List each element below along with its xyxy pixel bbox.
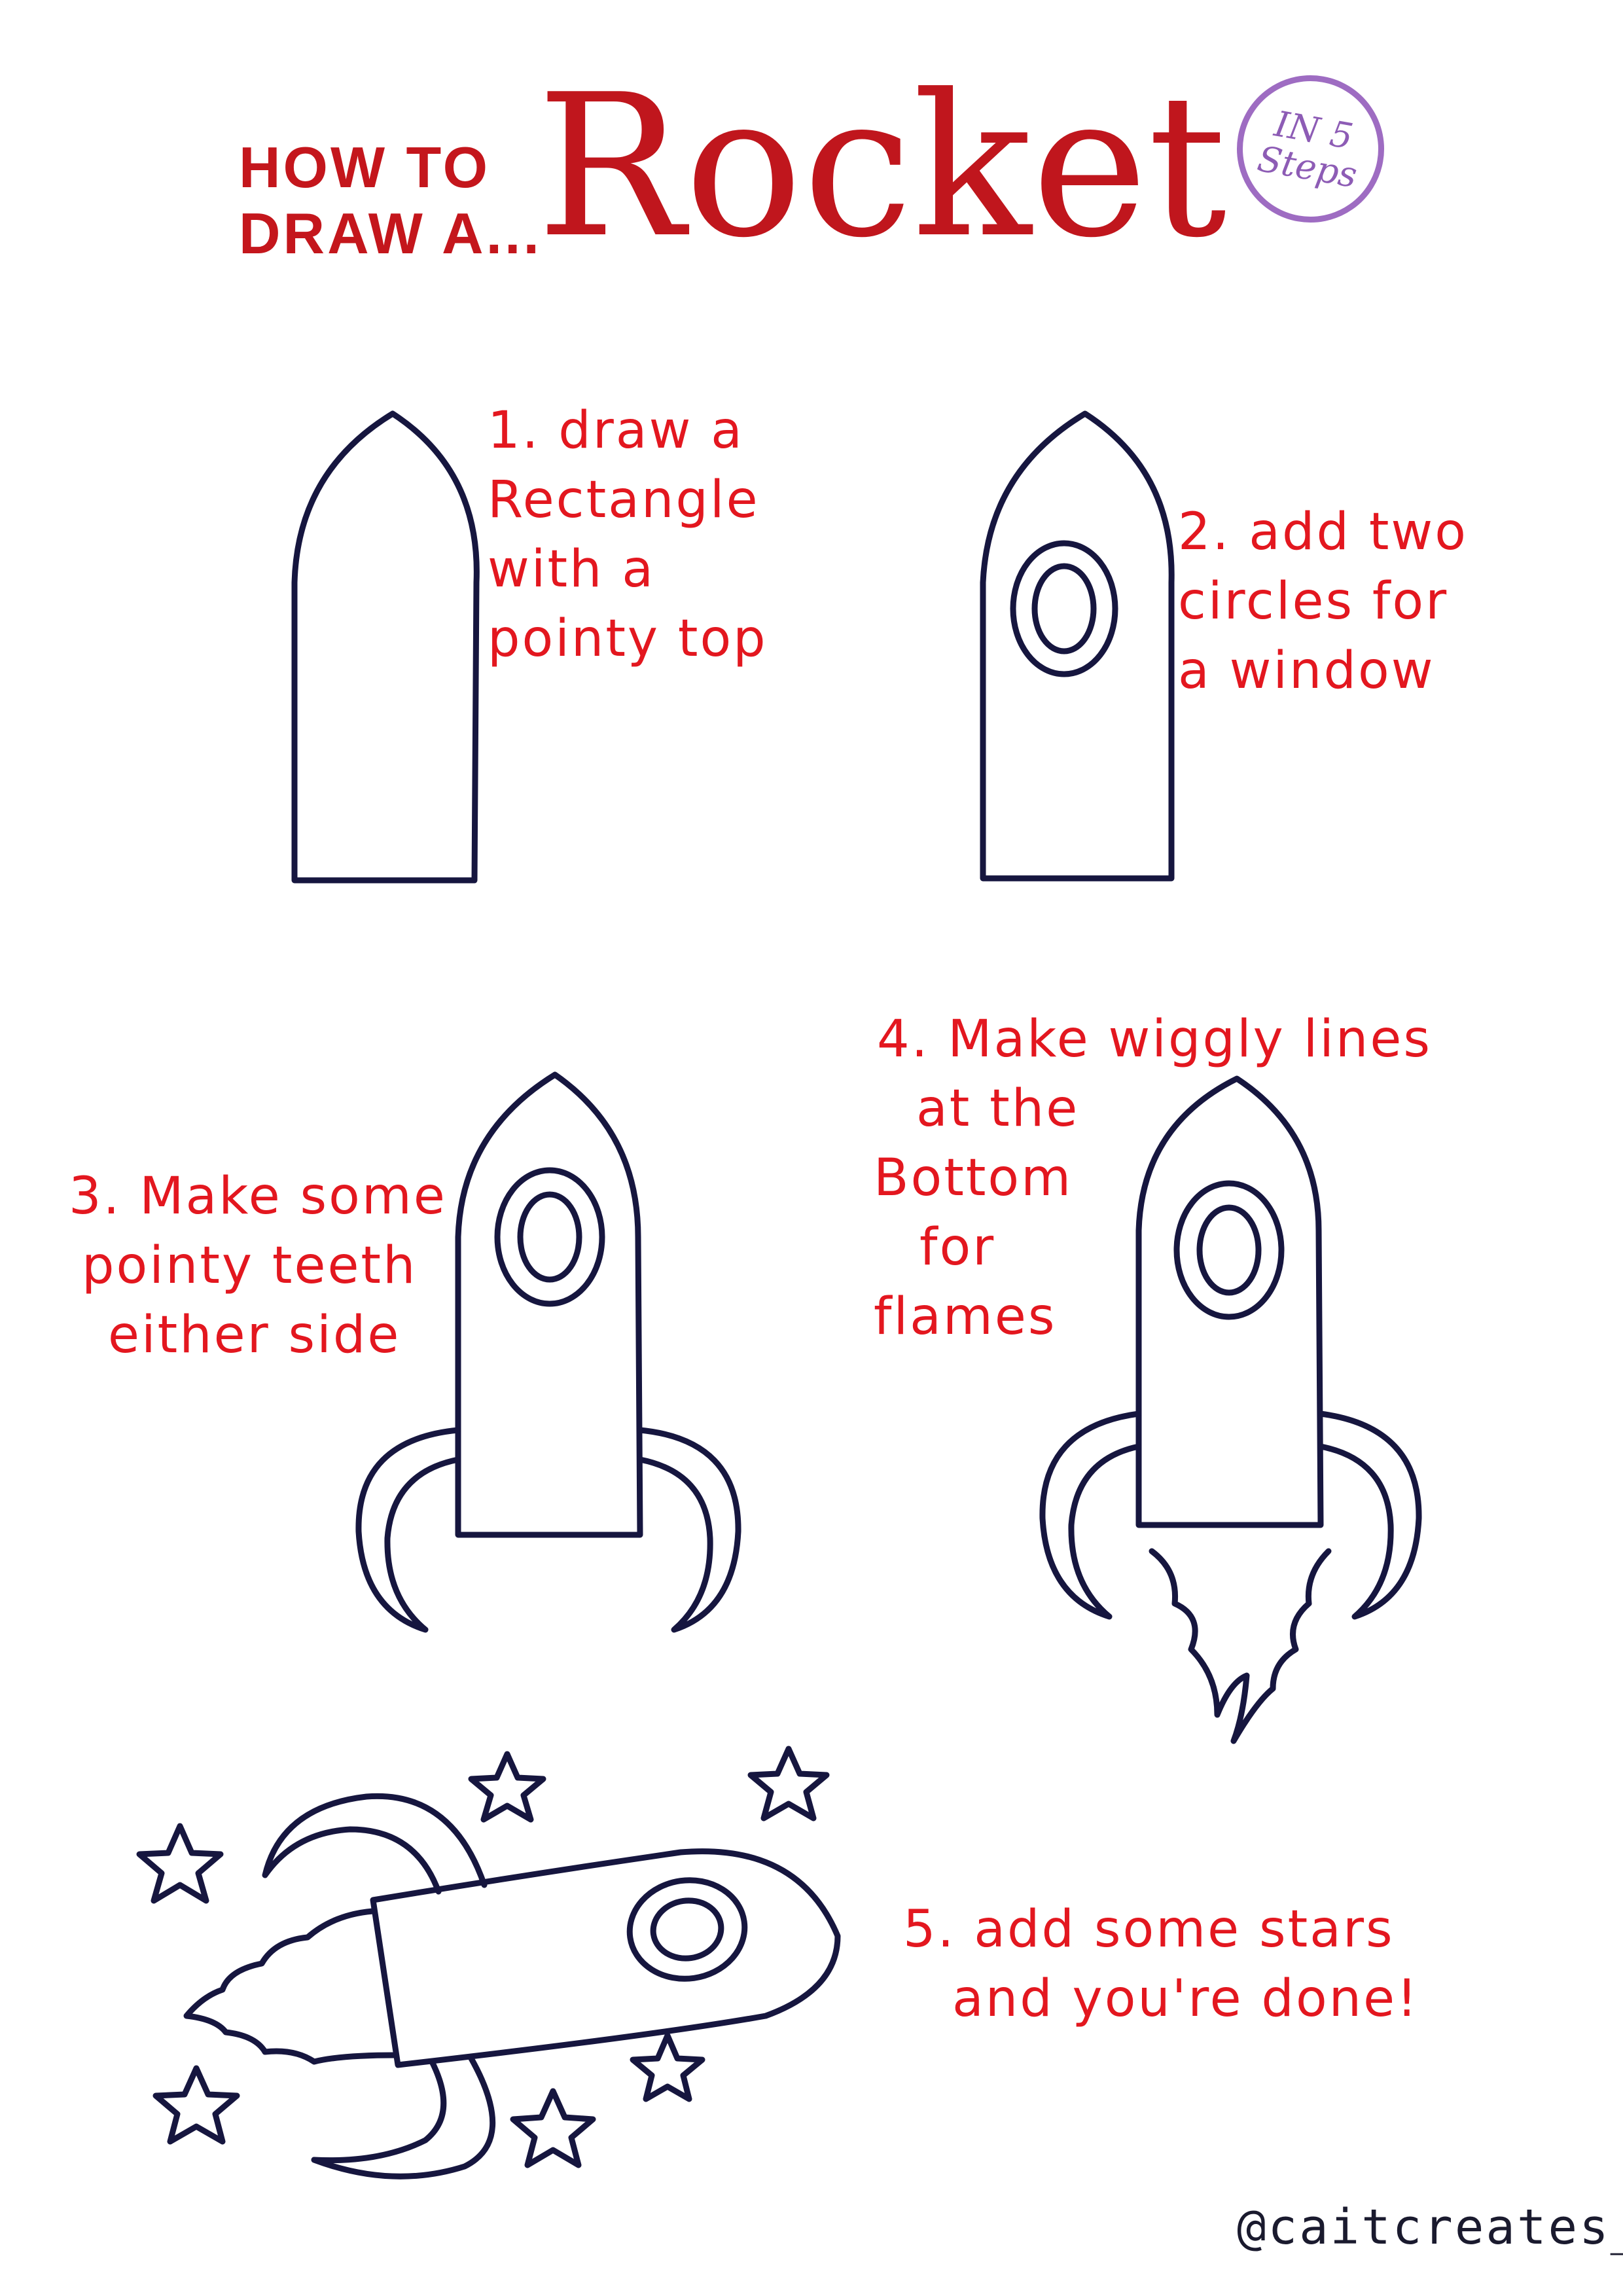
right-fin <box>1317 1410 1422 1620</box>
window-outer-circle <box>1173 1180 1285 1320</box>
step-3-rocket-drawing <box>355 1071 741 1633</box>
window-inner-circle <box>1196 1204 1262 1296</box>
window-outer-circle <box>626 1877 748 1982</box>
star-icon <box>630 2032 705 2102</box>
star-icon <box>747 1746 830 1821</box>
stars <box>136 1746 830 2168</box>
star-icon <box>136 1823 224 1904</box>
star-icon <box>510 2088 596 2168</box>
left-fin <box>355 1427 461 1633</box>
window-outer-circle <box>1010 540 1118 677</box>
rocket-body-outline <box>370 1848 841 2068</box>
window-inner-circle <box>1031 563 1097 655</box>
step-2-rocket-drawing <box>980 410 1175 882</box>
lower-fin <box>311 2055 496 2179</box>
star-icon <box>152 2065 240 2145</box>
window-inner-circle <box>650 1897 724 1962</box>
step-1-rocket-drawing <box>291 410 480 884</box>
star-icon <box>468 1751 546 1823</box>
flames-outline <box>1149 1548 1332 1744</box>
left-fin <box>1039 1410 1142 1620</box>
rocket-body-outline <box>1135 1075 1324 1528</box>
right-fin <box>637 1427 741 1633</box>
rocket-body-outline <box>291 410 480 884</box>
step-4-rocket-drawing <box>1039 1075 1422 1744</box>
window-inner-circle <box>517 1191 582 1283</box>
window-outer-circle <box>494 1167 605 1307</box>
rocket-illustrations <box>136 410 1422 2179</box>
upper-fin <box>262 1793 488 1895</box>
flames-outline <box>183 1908 399 2065</box>
